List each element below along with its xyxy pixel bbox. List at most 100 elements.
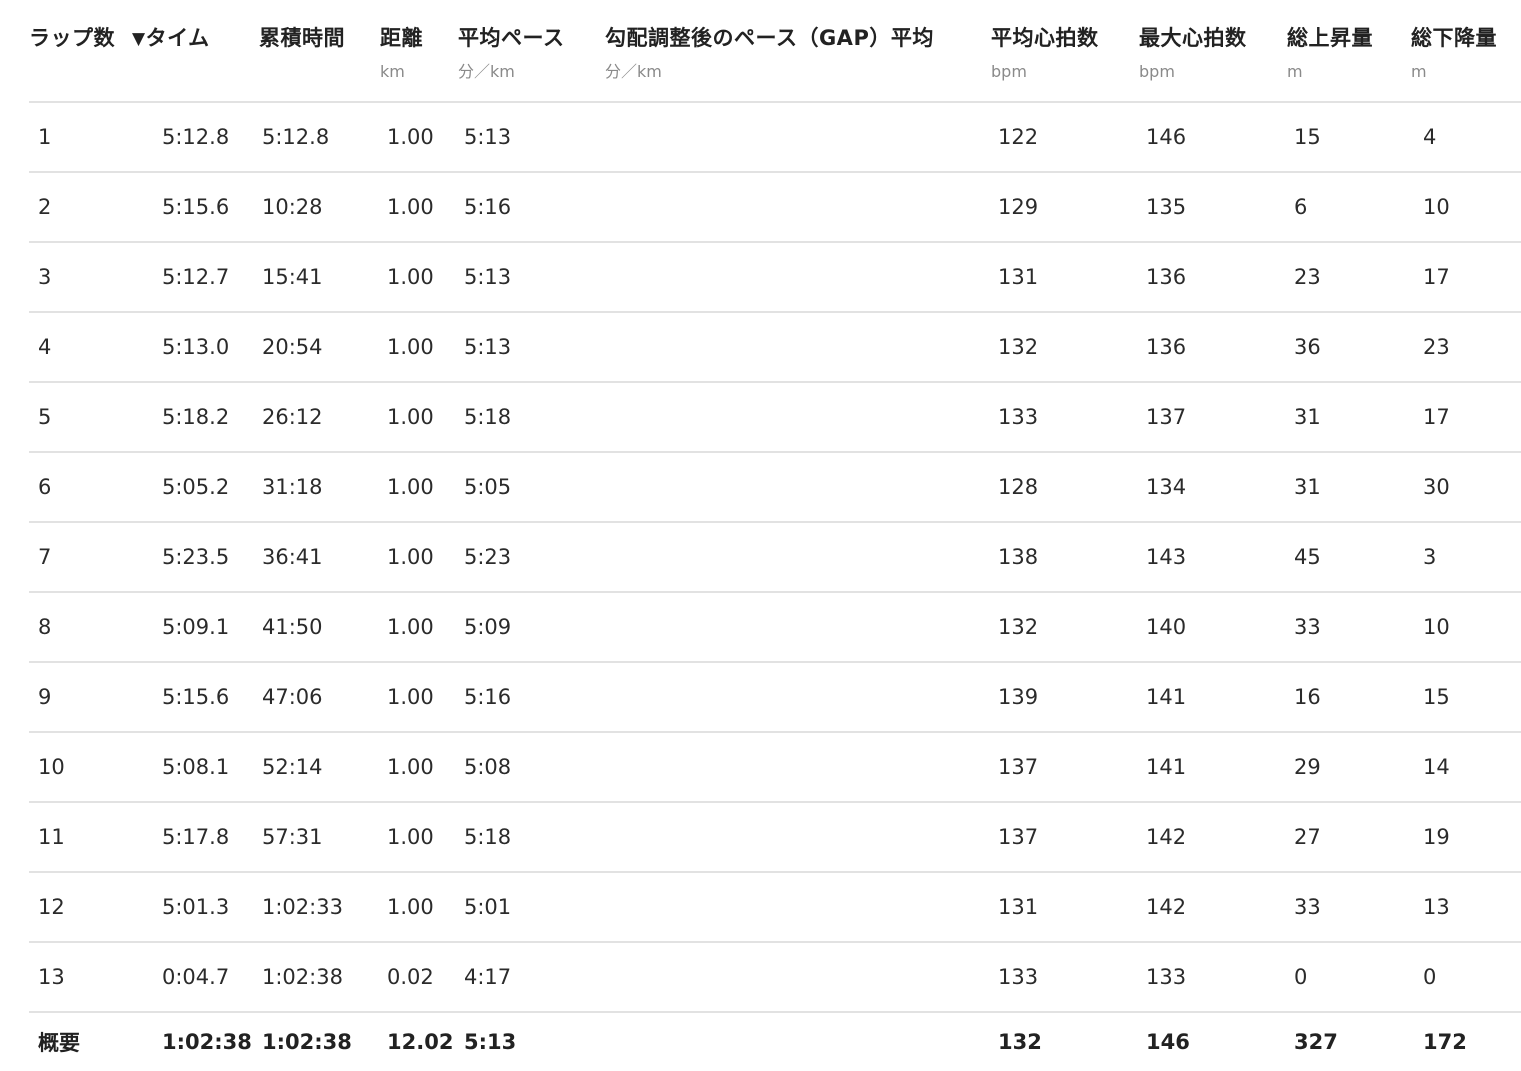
lap-max-hr: 134 [1139, 452, 1287, 523]
lap-gap [605, 452, 991, 523]
lap-ascent: 23 [1287, 242, 1411, 313]
lap-cumulative: 26:12 [256, 382, 380, 453]
table-row[interactable]: 9 5:15.6 47:06 1.00 5:16 139 141 16 15 [29, 662, 1521, 733]
lap-gap [605, 732, 991, 803]
lap-cumulative: 31:18 [256, 452, 380, 523]
lap-max-hr: 142 [1139, 872, 1287, 943]
table-row[interactable]: 5 5:18.2 26:12 1.00 5:18 133 137 31 17 [29, 382, 1521, 453]
lap-ascent: 0 [1287, 942, 1411, 1013]
lap-time: 5:23.5 [132, 522, 256, 593]
header-descent[interactable]: 総下降量 m [1411, 0, 1521, 103]
summary-distance: 12.02 [387, 1030, 454, 1054]
lap-distance: 1.00 [380, 522, 458, 593]
lap-ascent: 27 [1287, 802, 1411, 873]
lap-number: 3 [29, 242, 132, 313]
lap-cumulative: 41:50 [256, 592, 380, 663]
table-row[interactable]: 3 5:12.7 15:41 1.00 5:13 131 136 23 17 [29, 242, 1521, 313]
lap-number: 2 [29, 172, 132, 243]
header-distance[interactable]: 距離 km [380, 0, 458, 103]
lap-pace: 5:13 [458, 102, 605, 173]
lap-pace: 5:16 [458, 662, 605, 733]
lap-descent: 0 [1411, 942, 1521, 1013]
summary-descent: 172 [1423, 1030, 1467, 1054]
lap-time: 5:12.8 [132, 102, 256, 173]
lap-time: 5:13.0 [132, 312, 256, 383]
table-row[interactable]: 4 5:13.0 20:54 1.00 5:13 132 136 36 23 [29, 312, 1521, 383]
header-avg-hr-unit: bpm [991, 62, 1027, 81]
lap-cumulative: 36:41 [256, 522, 380, 593]
lap-time: 0:04.7 [132, 942, 256, 1013]
table-row[interactable]: 8 5:09.1 41:50 1.00 5:09 132 140 33 10 [29, 592, 1521, 663]
table-row[interactable]: 2 5:15.6 10:28 1.00 5:16 129 135 6 10 [29, 172, 1521, 243]
header-avg-hr[interactable]: 平均心拍数 bpm [991, 0, 1139, 103]
lap-distance: 1.00 [380, 382, 458, 453]
lap-max-hr: 140 [1139, 592, 1287, 663]
lap-distance: 0.02 [380, 942, 458, 1013]
header-avg-pace[interactable]: 平均ペース 分／km [458, 0, 605, 103]
lap-distance: 1.00 [380, 452, 458, 523]
lap-max-hr: 137 [1139, 382, 1287, 453]
table-row[interactable]: 12 5:01.3 1:02:33 1.00 5:01 131 142 33 13 [29, 872, 1521, 943]
summary-row: 概要 1:02:38 1:02:38 12.02 5:13 132 146 32… [29, 1012, 1521, 1071]
lap-time: 5:17.8 [132, 802, 256, 873]
table-row[interactable]: 6 5:05.2 31:18 1.00 5:05 128 134 31 30 [29, 452, 1521, 523]
lap-max-hr: 143 [1139, 522, 1287, 593]
lap-max-hr: 141 [1139, 732, 1287, 803]
lap-number: 8 [29, 592, 132, 663]
lap-pace: 5:08 [458, 732, 605, 803]
laps-table-body: 1 5:12.8 5:12.8 1.00 5:13 122 146 15 4 2 5:15.6 10:… [29, 102, 1521, 1013]
header-lap-title: ラップ数 [29, 26, 115, 50]
lap-gap [605, 102, 991, 173]
lap-distance: 1.00 [380, 732, 458, 803]
lap-number: 13 [29, 942, 132, 1013]
header-avg-pace-unit: 分／km [458, 62, 515, 81]
header-distance-unit: km [380, 62, 405, 81]
lap-pace: 5:01 [458, 872, 605, 943]
header-max-hr-unit: bpm [1139, 62, 1175, 81]
header-ascent[interactable]: 総上昇量 m [1287, 0, 1411, 103]
table-row[interactable]: 11 5:17.8 57:31 1.00 5:18 137 142 27 19 [29, 802, 1521, 873]
laps-table-container: ラップ数 ▼タイム 累積時間 距離 km 平均ペース 分／km 勾配調整後のペー… [29, 0, 1521, 1071]
lap-time: 5:09.1 [132, 592, 256, 663]
table-row[interactable]: 7 5:23.5 36:41 1.00 5:23 138 143 45 3 [29, 522, 1521, 593]
header-lap[interactable]: ラップ数 [29, 0, 132, 103]
lap-distance: 1.00 [380, 872, 458, 943]
lap-avg-hr: 137 [991, 802, 1139, 873]
header-time[interactable]: ▼タイム [132, 0, 256, 103]
header-descent-unit: m [1411, 62, 1427, 81]
header-cumulative[interactable]: 累積時間 [256, 0, 380, 103]
header-gap-pace[interactable]: 勾配調整後のペース（GAP）平均 分／km [605, 0, 991, 103]
lap-ascent: 45 [1287, 522, 1411, 593]
summary-avg-hr: 132 [998, 1030, 1042, 1054]
header-gap-pace-unit: 分／km [605, 62, 662, 81]
lap-avg-hr: 132 [991, 312, 1139, 383]
lap-max-hr: 141 [1139, 662, 1287, 733]
lap-pace: 5:16 [458, 172, 605, 243]
header-distance-title: 距離 [380, 26, 423, 50]
lap-ascent: 16 [1287, 662, 1411, 733]
lap-descent: 17 [1411, 382, 1521, 453]
header-ascent-title: 総上昇量 [1287, 26, 1373, 50]
lap-max-hr: 142 [1139, 802, 1287, 873]
lap-avg-hr: 131 [991, 242, 1139, 313]
lap-gap [605, 382, 991, 453]
lap-descent: 19 [1411, 802, 1521, 873]
lap-number: 1 [29, 102, 132, 173]
table-row[interactable]: 10 5:08.1 52:14 1.00 5:08 137 141 29 14 [29, 732, 1521, 803]
lap-number: 12 [29, 872, 132, 943]
lap-avg-hr: 132 [991, 592, 1139, 663]
lap-gap [605, 312, 991, 383]
header-time-title: タイム [145, 26, 210, 50]
lap-distance: 1.00 [380, 172, 458, 243]
summary-cumulative: 1:02:38 [262, 1030, 352, 1054]
table-row[interactable]: 13 0:04.7 1:02:38 0.02 4:17 133 133 0 0 [29, 942, 1521, 1013]
header-row: ラップ数 ▼タイム 累積時間 距離 km 平均ペース 分／km 勾配調整後のペー… [29, 0, 1521, 103]
lap-max-hr: 146 [1139, 102, 1287, 173]
header-max-hr[interactable]: 最大心拍数 bpm [1139, 0, 1287, 103]
lap-number: 4 [29, 312, 132, 383]
lap-ascent: 6 [1287, 172, 1411, 243]
lap-descent: 13 [1411, 872, 1521, 943]
table-row[interactable]: 1 5:12.8 5:12.8 1.00 5:13 122 146 15 4 [29, 102, 1521, 173]
lap-pace: 4:17 [458, 942, 605, 1013]
lap-ascent: 29 [1287, 732, 1411, 803]
